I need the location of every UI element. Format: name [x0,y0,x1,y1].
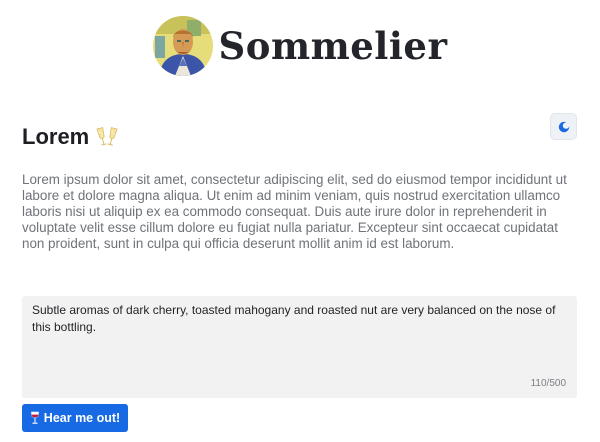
brand-title: Sommelier [218,23,448,68]
char-counter: 110/500 [530,378,566,389]
page: Sommelier Lorem Lorem ipsum dolor sit am… [0,0,600,442]
half-moon-icon [558,121,570,133]
wine-glass-icon [30,411,40,425]
clinking-glasses-icon [96,126,118,148]
tasting-note-textarea[interactable]: Subtle aromas of dark cherry, toasted ma… [22,296,577,398]
title-row: Lorem [22,122,118,152]
page-title: Lorem [22,124,90,149]
intro-paragraph: Lorem ipsum dolor sit amet, consectetur … [22,172,567,251]
header: Sommelier [0,14,600,78]
portrait-avatar-icon [152,16,213,76]
hear-me-out-button[interactable]: Hear me out! [22,404,128,432]
tasting-note-value[interactable]: Subtle aromas of dark cherry, toasted ma… [32,302,562,336]
theme-toggle-button[interactable] [550,113,577,140]
hear-me-out-label: Hear me out! [43,411,121,425]
